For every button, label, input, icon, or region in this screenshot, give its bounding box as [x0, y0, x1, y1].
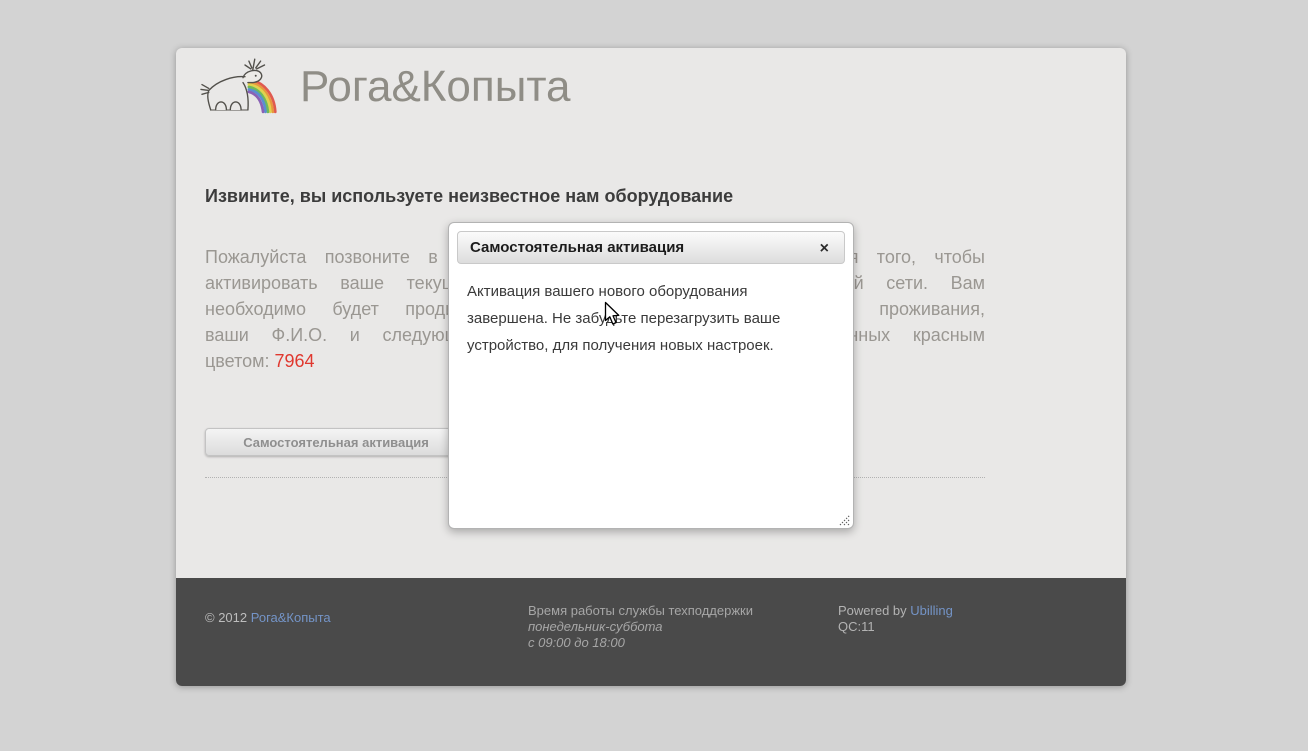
ubilling-link[interactable]: Ubilling [910, 603, 953, 618]
copyright-brand-link[interactable]: Рога&Копыта [251, 610, 331, 625]
support-time: с 09:00 до 18:00 [528, 635, 753, 651]
unicorn-rainbow-logo-icon [200, 56, 288, 118]
site-header: Рога&Копыта [200, 56, 570, 118]
activation-code: 7964 [275, 351, 315, 371]
support-hours-title: Время работы службы техподдержки [528, 603, 753, 619]
footer-copyright: © 2012 Рога&Копыта [205, 610, 331, 625]
powered-by-text: Powered by [838, 603, 910, 618]
brand-title: Рога&Копыта [300, 57, 570, 117]
page-heading: Извините, вы используете неизвестное нам… [205, 186, 985, 207]
page: Рога&Копыта Извините, вы используете неи… [0, 0, 1308, 751]
modal-body-text: Активация вашего нового оборудования зав… [457, 264, 845, 359]
self-activation-modal: Самостоятельная активация × Активация ва… [448, 222, 854, 529]
footer-support-hours: Время работы службы техподдержки понедел… [528, 603, 753, 651]
footer: © 2012 Рога&Копыта Время работы службы т… [176, 578, 1126, 686]
qc-counter: QC:11 [838, 619, 953, 635]
modal-header[interactable]: Самостоятельная активация × [457, 231, 845, 264]
modal-title: Самостоятельная активация [470, 239, 684, 256]
footer-powered-by: Powered by Ubilling QC:11 [838, 603, 953, 635]
close-icon[interactable]: × [814, 232, 835, 265]
support-days: понедельник-суббота [528, 619, 753, 635]
copyright-text: © 2012 [205, 610, 251, 625]
self-activation-button[interactable]: Самостоятельная активация [205, 428, 467, 456]
resize-handle-icon[interactable] [838, 513, 851, 526]
last-line-prefix: цветом: [205, 351, 275, 371]
